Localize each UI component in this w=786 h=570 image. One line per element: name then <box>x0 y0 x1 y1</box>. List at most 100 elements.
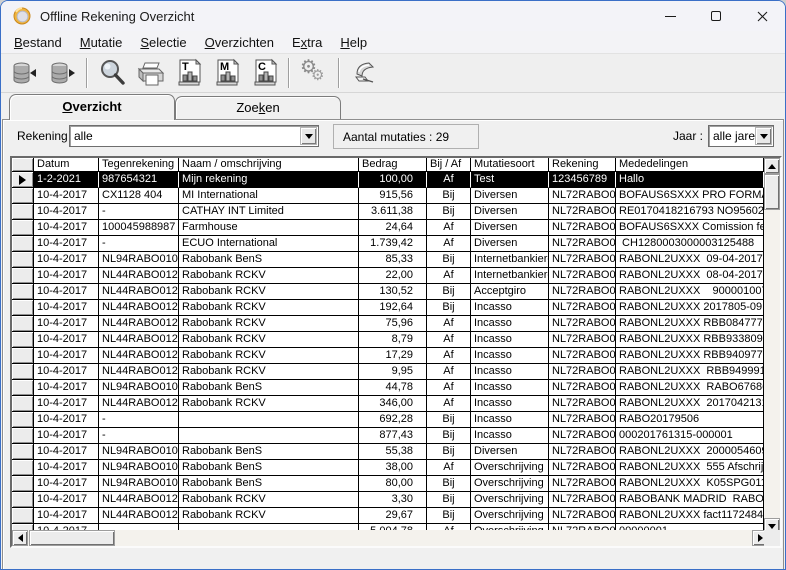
cell-naam[interactable] <box>179 412 359 428</box>
cell-naam[interactable]: MI International <box>179 188 359 204</box>
menu-item-bestand[interactable]: Bestand <box>5 33 71 52</box>
cell-tegenrekening[interactable]: NL44RABO0123 <box>99 396 179 412</box>
cell-naam[interactable]: Rabobank BenS <box>179 476 359 492</box>
cell-naam[interactable]: CATHAY INT Limited <box>179 204 359 220</box>
cell-rekening[interactable]: NL72RABO01 <box>549 492 616 508</box>
cell-tegenrekening[interactable]: NL94RABO0104 <box>99 476 179 492</box>
cell-rekening[interactable]: NL72RABO01 <box>549 460 616 476</box>
cell-mutatiesoort[interactable]: Overschrijving <box>471 460 549 476</box>
cell-mutatiesoort[interactable]: Incasso <box>471 364 549 380</box>
cell-bedrag[interactable]: 3,30 <box>359 492 427 508</box>
cell-datum[interactable]: 10-4-2017 <box>34 204 99 220</box>
menu-item-extra[interactable]: Extra <box>283 33 331 52</box>
cell-bijaf[interactable]: Bij <box>427 284 471 300</box>
column-header-mededelingen[interactable]: Mededelingen <box>616 158 764 172</box>
cell-rekening[interactable]: NL72RABO01 <box>549 332 616 348</box>
cell-rekening[interactable]: NL72RABO01 <box>549 428 616 444</box>
cell-bijaf[interactable]: Bij <box>427 428 471 444</box>
cell-tegenrekening[interactable]: NL94RABO0104 <box>99 252 179 268</box>
cell-datum[interactable]: 10-4-2017 <box>34 220 99 236</box>
cell-mutatiesoort[interactable]: Diversen <box>471 188 549 204</box>
cell-mededelingen[interactable]: RABONL2UXXX RABO676865 <box>616 380 764 396</box>
cell-mededelingen[interactable]: Hallo <box>616 172 764 188</box>
cell-bijaf[interactable]: Af <box>427 332 471 348</box>
cell-mutatiesoort[interactable]: Overschrijving <box>471 492 549 508</box>
cell-rekening[interactable]: NL72RABO01 <box>549 348 616 364</box>
cell-mutatiesoort[interactable]: Internetbankieren <box>471 268 549 284</box>
row-selector[interactable] <box>12 220 34 236</box>
cell-mededelingen[interactable]: RABONL2UXXX 2000054609 <box>616 444 764 460</box>
cell-mutatiesoort[interactable]: Incasso <box>471 300 549 316</box>
column-header-naam[interactable]: Naam / omschrijving <box>179 158 359 172</box>
maximize-button[interactable] <box>693 1 739 31</box>
table-row[interactable]: 10-4-2017NL94RABO0104Rabobank BenS80,00B… <box>12 476 780 492</box>
cell-mutatiesoort[interactable]: Incasso <box>471 316 549 332</box>
cell-naam[interactable]: Rabobank RCKV <box>179 508 359 524</box>
cell-mutatiesoort[interactable]: Incasso <box>471 348 549 364</box>
table-row[interactable]: 10-4-2017-CATHAY INT Limited3.611,38BijD… <box>12 204 780 220</box>
cell-mededelingen[interactable]: RABONL2UXXX RBB084777 <box>616 316 764 332</box>
cell-bijaf[interactable]: Af <box>427 460 471 476</box>
cell-mutatiesoort[interactable]: Diversen <box>471 236 549 252</box>
table-row[interactable]: 10-4-2017NL44RABO0123Rabobank RCKV75,96A… <box>12 316 780 332</box>
row-selector[interactable] <box>12 188 34 204</box>
cell-tegenrekening[interactable]: NL44RABO0123 <box>99 508 179 524</box>
cell-rekening[interactable]: NL72RABO01 <box>549 300 616 316</box>
cell-bedrag[interactable]: 9,95 <box>359 364 427 380</box>
cell-bedrag[interactable]: 692,28 <box>359 412 427 428</box>
cell-bijaf[interactable]: Bij <box>427 412 471 428</box>
cell-mededelingen[interactable]: RABONL2UXXX 08-04-2017 1 <box>616 268 764 284</box>
cell-mededelingen[interactable]: RABONL2UXXX 20170421317 <box>616 396 764 412</box>
cell-mededelingen[interactable]: RABONL2UXXX K05SPG0112 <box>616 476 764 492</box>
cell-tegenrekening[interactable]: NL94RABO0104 <box>99 460 179 476</box>
table-row[interactable]: 10-4-2017-692,28BijIncassoNL72RABO01RABO… <box>12 412 780 428</box>
cell-bedrag[interactable]: 75,96 <box>359 316 427 332</box>
cell-bedrag[interactable]: 17,29 <box>359 348 427 364</box>
cell-bijaf[interactable]: Af <box>427 220 471 236</box>
cell-bedrag[interactable]: 85,33 <box>359 252 427 268</box>
column-header-mutatiesoort[interactable]: Mutatiesoort <box>471 158 549 172</box>
report-c-button[interactable]: C <box>245 55 283 91</box>
table-row[interactable]: 10-4-2017NL44RABO0123Rabobank RCKV22,00A… <box>12 268 780 284</box>
cell-bedrag[interactable]: 44,78 <box>359 380 427 396</box>
cell-rekening[interactable]: NL72RABO01 <box>549 284 616 300</box>
cell-tegenrekening[interactable]: NL44RABO0123 <box>99 348 179 364</box>
table-row[interactable]: 10-4-2017NL94RABO0104Rabobank BenS44,78A… <box>12 380 780 396</box>
row-selector[interactable] <box>12 236 34 252</box>
cell-datum[interactable]: 10-4-2017 <box>34 348 99 364</box>
cell-mededelingen[interactable]: RABONL2UXXX RBB9409772 <box>616 348 764 364</box>
table-row[interactable]: 10-4-2017-ECUO International1.739,42AfDi… <box>12 236 780 252</box>
cell-bijaf[interactable]: Af <box>427 236 471 252</box>
cell-rekening[interactable]: NL72RABO01 <box>549 252 616 268</box>
vertical-scroll-thumb[interactable] <box>764 174 780 210</box>
table-row[interactable]: 10-4-2017-877,43BijIncassoNL72RABO010002… <box>12 428 780 444</box>
cell-mededelingen[interactable]: RE0170418216793 NO95602C <box>616 204 764 220</box>
cell-mededelingen[interactable]: BOFAUS6SXXX PRO FORMA <box>616 188 764 204</box>
cell-mededelingen[interactable]: BOFAUS6SXXX Comission fee <box>616 220 764 236</box>
cell-bedrag[interactable]: 55,38 <box>359 444 427 460</box>
column-header-tegenrekening[interactable]: Tegenrekening <box>99 158 179 172</box>
cell-bedrag[interactable]: 192,64 <box>359 300 427 316</box>
cell-mededelingen[interactable]: RABONL2UXXX 900001007 <box>616 284 764 300</box>
cell-mededelingen[interactable]: CH1280003000003125488 <box>616 236 764 252</box>
cell-datum[interactable]: 10-4-2017 <box>34 236 99 252</box>
cell-naam[interactable]: Rabobank RCKV <box>179 284 359 300</box>
cell-rekening[interactable]: NL72RABO01 <box>549 396 616 412</box>
cell-naam[interactable]: Farmhouse <box>179 220 359 236</box>
cell-naam[interactable]: Rabobank RCKV <box>179 396 359 412</box>
row-selector[interactable] <box>12 396 34 412</box>
cell-mutatiesoort[interactable]: Test <box>471 172 549 188</box>
cell-datum[interactable]: 10-4-2017 <box>34 284 99 300</box>
cell-naam[interactable]: Rabobank BenS <box>179 252 359 268</box>
cell-bijaf[interactable]: Af <box>427 348 471 364</box>
column-header-bijaf[interactable]: Bij / Af <box>427 158 471 172</box>
cell-rekening[interactable]: NL72RABO01 <box>549 204 616 220</box>
cell-datum[interactable]: 10-4-2017 <box>34 444 99 460</box>
close-button[interactable] <box>739 1 785 31</box>
cell-rekening[interactable]: NL72RABO01 <box>549 508 616 524</box>
cell-datum[interactable]: 10-4-2017 <box>34 252 99 268</box>
cell-tegenrekening[interactable]: NL44RABO0123 <box>99 316 179 332</box>
menu-item-overzichten[interactable]: Overzichten <box>196 33 283 52</box>
cell-rekening[interactable]: NL72RABO01 <box>549 316 616 332</box>
cell-datum[interactable]: 10-4-2017 <box>34 188 99 204</box>
